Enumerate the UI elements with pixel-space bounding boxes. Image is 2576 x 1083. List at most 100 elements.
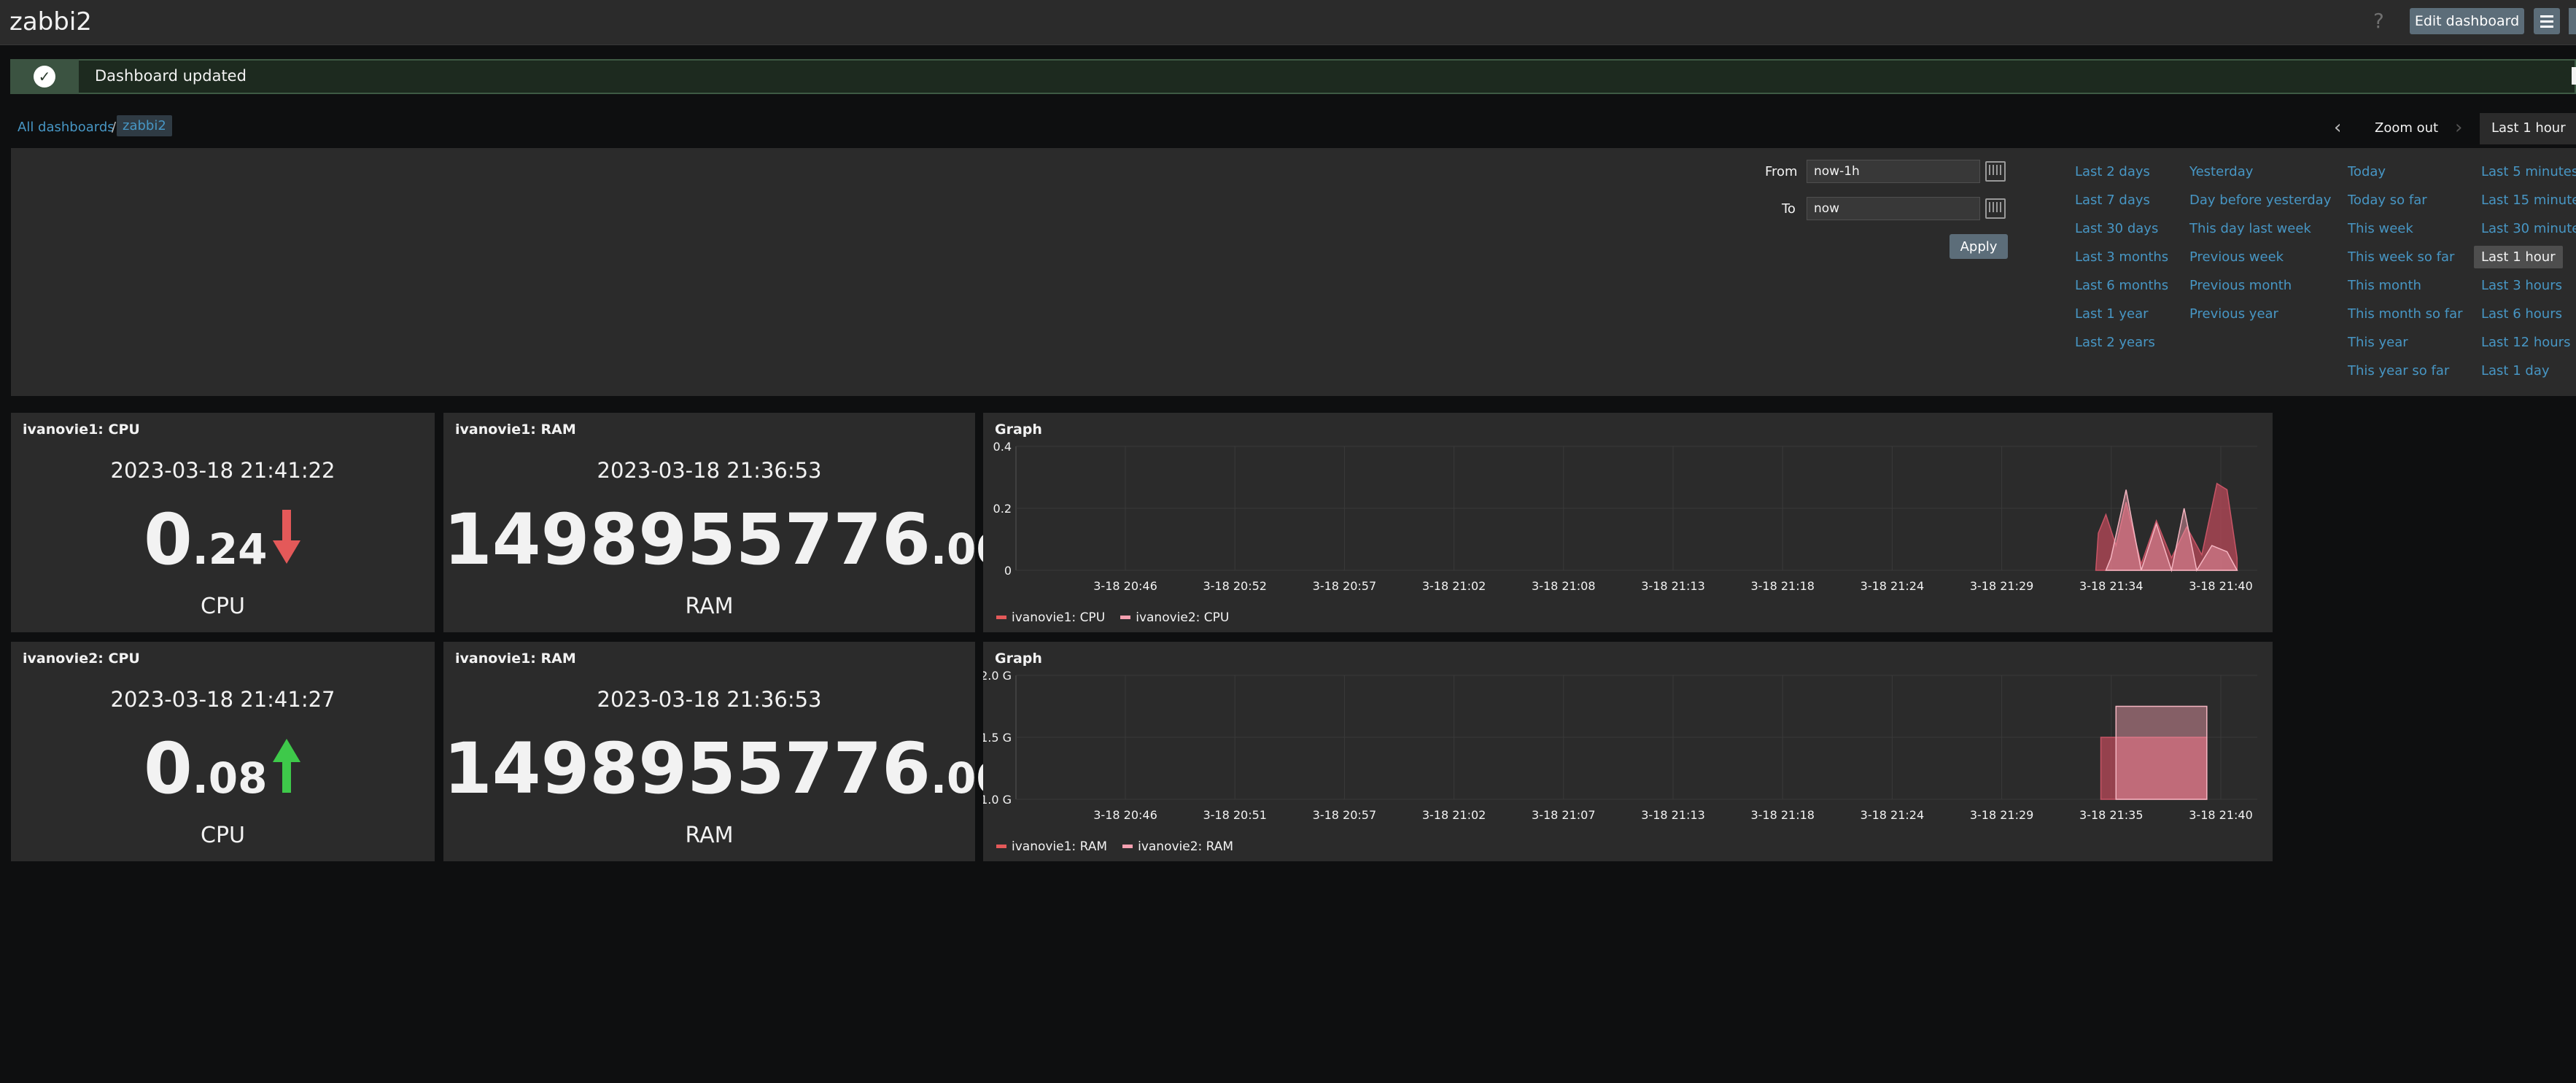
arrow-up-icon [273,739,301,793]
x-tick-label: 3-18 21:18 [1750,808,1815,822]
value-int: 0 [143,499,193,581]
legend-label: ivanovie2: RAM [1138,839,1234,854]
widget-units: CPU [201,823,245,848]
quick-range-link[interactable]: Last 5 minutes [2481,164,2576,179]
legend-swatch [1122,845,1133,848]
x-tick-label: 3-18 21:29 [1970,808,2034,822]
from-input[interactable] [1807,160,1980,183]
arrow-down-icon [273,510,301,564]
chevron-left-icon[interactable]: ‹ [2334,117,2341,139]
help-icon[interactable]: ? [2373,9,2384,33]
x-tick-label: 3-18 21:13 [1641,808,1705,822]
calendar-icon[interactable] [1985,161,2006,182]
dashboard-title: zabbi2 [9,7,92,36]
x-tick-label: 3-18 21:24 [1861,579,1925,593]
x-tick-label: 3-18 20:57 [1313,579,1377,593]
quick-range-link[interactable]: This day last week [2189,221,2311,236]
widget-value: 1498955776.00 [443,499,1039,581]
to-input[interactable] [1807,197,1980,220]
widget-graph-cpu: Graph 0.4 0.2 0 3-18 20:46 3-18 20:52 3-18 20… [983,413,2273,632]
check-icon: ✓ [34,66,55,88]
y-tick-label: 0 [1004,564,1012,578]
y-tick-label: 1.0 G [983,793,1012,807]
legend-label: ivanovie2: CPU [1136,610,1230,625]
widget-cpu1: ivanovie1: CPU 2023-03-18 21:41:22 0.24 … [11,413,435,632]
value-dec: .24 [192,524,268,574]
chevron-right-icon[interactable]: › [2455,117,2462,139]
widget-title: ivanovie1: RAM [455,651,576,667]
quick-range-link[interactable]: Last 3 months [2075,249,2168,265]
widget-ram2: ivanovie1: RAM 2023-03-18 21:36:53 14989… [443,642,1039,861]
widget-time: 2023-03-18 21:36:53 [597,458,822,483]
quick-range-link[interactable]: Last 12 hours [2481,335,2570,350]
quick-range-link[interactable]: Last 2 days [2075,164,2150,179]
widget-time: 2023-03-18 21:41:22 [110,458,335,483]
calendar-icon[interactable] [1985,198,2006,219]
quick-range-link[interactable]: This month [2348,278,2421,293]
widget-title: ivanovie1: RAM [455,422,576,438]
quick-range-link[interactable]: Previous year [2189,306,2278,322]
widget-value: 0.24 [11,499,435,581]
quick-range-link[interactable]: Day before yesterday [2189,193,2331,208]
x-tick-label: 3-18 21:35 [2079,808,2144,822]
quick-range-link[interactable]: Last 1 hour [2474,246,2563,268]
time-filter-panel [11,148,2576,396]
breadcrumb-separator: / [112,120,117,135]
widget-title: ivanovie2: CPU [23,651,140,667]
y-tick-label: 0.2 [993,502,1012,516]
y-tick-label: 1.5 G [983,731,1012,745]
quick-range-link[interactable]: Last 7 days [2075,193,2150,208]
quick-range-link[interactable]: Yesterday [2189,164,2253,179]
quick-range-link[interactable]: Last 1 year [2075,306,2149,322]
series-area-2 [2115,705,2208,800]
x-tick-label: 3-18 20:46 [1093,808,1157,822]
hamburger-icon [2540,14,2553,29]
quick-range-link[interactable]: Last 6 months [2075,278,2168,293]
widget-value: 0.08 [11,728,435,810]
quick-range-link[interactable]: This week [2348,221,2413,236]
widget-time: 2023-03-18 21:41:27 [110,687,335,712]
success-message [10,59,2576,94]
quick-range-link[interactable]: Today so far [2348,193,2427,208]
widget-value: 1498955776.00 [443,728,1039,810]
tab-time-range[interactable]: Last 1 hour [2480,113,2576,144]
quick-range-link[interactable]: Today [2348,164,2386,179]
menu-button[interactable] [2534,8,2560,34]
quick-range-link[interactable]: This week so far [2348,249,2454,265]
cpu-graph: 0.4 0.2 0 3-18 20:46 3-18 20:52 3-18 20:57 3-1… [993,440,2257,593]
quick-range-link[interactable]: Last 6 hours [2481,306,2562,322]
message-text: Dashboard updated [95,67,247,85]
apply-button[interactable]: Apply [1950,234,2008,259]
quick-range-link[interactable]: Last 2 years [2075,335,2155,350]
close-message-button[interactable] [2572,67,2576,85]
quick-range-link[interactable]: Last 30 days [2075,221,2158,236]
quick-range-link[interactable]: Last 30 minutes [2481,221,2576,236]
breadcrumb-all-dashboards[interactable]: All dashboards [18,120,115,135]
x-tick-label: 3-18 20:46 [1093,579,1157,593]
message-icon-box: ✓ [10,59,79,94]
quick-range-link[interactable]: Last 1 day [2481,363,2550,379]
graph-legend: ivanovie1: CPU ivanovie2: CPU [996,608,1241,625]
quick-range-link[interactable]: Previous week [2189,249,2284,265]
breadcrumb-current[interactable]: zabbi2 [117,115,172,136]
y-tick-label: 0.4 [993,440,1012,454]
zoom-out-button[interactable]: Zoom out [2375,120,2438,136]
edit-dashboard-button[interactable]: Edit dashboard [2410,8,2524,34]
graph-legend: ivanovie1: RAM ivanovie2: RAM [996,837,1245,854]
kiosk-mode-button[interactable] [2569,8,2576,34]
quick-range-link[interactable]: Last 3 hours [2481,278,2562,293]
quick-range-link[interactable]: This year [2348,335,2408,350]
quick-range-link[interactable]: This year so far [2348,363,2449,379]
widget-units: RAM [685,594,734,619]
quick-range-link[interactable]: Last 15 minutes [2481,193,2576,208]
legend-swatch [996,616,1006,619]
quick-range-link[interactable]: This month so far [2348,306,2463,322]
x-tick-label: 3-18 21:08 [1532,579,1596,593]
legend-swatch [1120,616,1131,619]
quick-range-link[interactable]: Previous month [2189,278,2292,293]
widget-graph-ram: Graph 2.0 G 1.5 G 1.0 G 3-18 20:46 3-18 20:5… [983,642,2273,861]
x-tick-label: 3-18 21:24 [1861,808,1925,822]
x-tick-label: 3-18 21:29 [1970,579,2034,593]
widget-ram1: ivanovie1: RAM 2023-03-18 21:36:53 14989… [443,413,1039,632]
page-header [0,0,2576,45]
